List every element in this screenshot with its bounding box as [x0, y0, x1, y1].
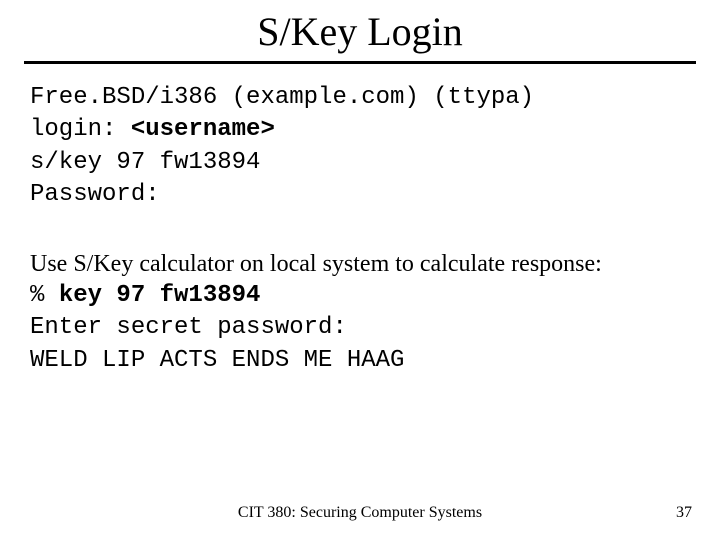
login-line-2-username: <username> — [131, 116, 275, 143]
calc-line-1-prompt: % — [30, 282, 59, 309]
calculator-block: Use S/Key calculator on local system to … — [30, 248, 690, 378]
title-rule — [24, 61, 696, 64]
calc-line-3: WELD LIP ACTS ENDS ME HAAG — [30, 347, 404, 374]
login-line-2-prefix: login: — [30, 116, 131, 143]
slide-title: S/Key Login — [0, 8, 720, 55]
footer-course: CIT 380: Securing Computer Systems — [0, 504, 720, 522]
login-block: Free.BSD/i386 (example.com) (ttypa) logi… — [30, 82, 690, 212]
calc-line-1-cmd: key 97 fw13894 — [59, 282, 261, 309]
calc-line-2: Enter secret password: — [30, 314, 347, 341]
footer-page-number: 37 — [676, 504, 692, 522]
login-line-3: s/key 97 fw13894 — [30, 149, 260, 176]
calculator-lines: % key 97 fw13894 Enter secret password: … — [30, 280, 690, 377]
login-line-4: Password: — [30, 181, 160, 208]
slide: S/Key Login Free.BSD/i386 (example.com) … — [0, 8, 720, 540]
calculator-intro: Use S/Key calculator on local system to … — [30, 248, 690, 280]
login-line-1: Free.BSD/i386 (example.com) (ttypa) — [30, 84, 534, 111]
slide-body: Free.BSD/i386 (example.com) (ttypa) logi… — [30, 82, 690, 377]
